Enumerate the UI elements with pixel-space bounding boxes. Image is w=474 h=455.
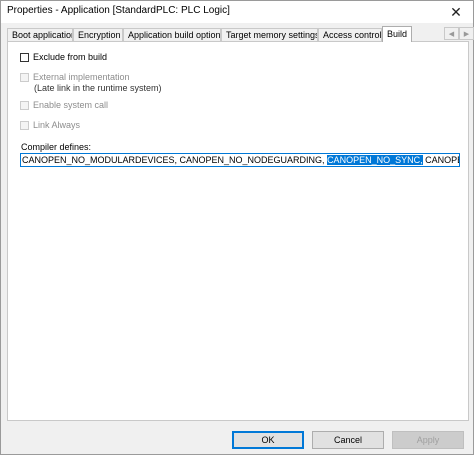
- link-always-checkbox: [20, 120, 29, 130]
- late-link-note: (Late link in the runtime system): [34, 83, 162, 93]
- tab-boot-application[interactable]: Boot application: [7, 28, 73, 41]
- external-implementation-checkbox: [20, 72, 29, 82]
- tab-scroll-arrows: ◀ ▶: [444, 27, 474, 40]
- compiler-defines-label: Compiler defines:: [21, 142, 92, 152]
- chevron-right-icon[interactable]: ▶: [459, 27, 474, 40]
- apply-button: Apply: [392, 431, 464, 449]
- enable-system-call-label: Enable system call: [33, 100, 109, 110]
- external-implementation-row: External implementation: [20, 72, 130, 82]
- compiler-defines-text-before: CANOPEN_NO_MODULARDEVICES, CANOPEN_NO_NO…: [22, 155, 328, 165]
- tab-application-build-options[interactable]: Application build options: [123, 28, 221, 41]
- link-always-row: Link Always: [20, 120, 80, 130]
- window-title: Properties - Application [StandardPLC: P…: [7, 5, 230, 16]
- compiler-defines-selected-text: CANOPEN_NO_SYNC,: [327, 155, 423, 165]
- cancel-button[interactable]: Cancel: [312, 431, 384, 449]
- close-icon[interactable]: ✕: [439, 1, 473, 23]
- exclude-from-build-label: Exclude from build: [33, 52, 108, 62]
- build-tab-panel: Exclude from build External implementati…: [7, 41, 469, 421]
- tab-access-control[interactable]: Access control: [318, 28, 382, 41]
- title-bar[interactable]: Properties - Application [StandardPLC: P…: [1, 1, 473, 23]
- tab-build[interactable]: Build: [382, 26, 412, 42]
- exclude-from-build-checkbox[interactable]: [20, 52, 29, 62]
- properties-dialog: Properties - Application [StandardPLC: P…: [0, 0, 474, 455]
- tab-target-memory-settings[interactable]: Target memory settings: [221, 28, 318, 41]
- chevron-left-icon[interactable]: ◀: [444, 27, 459, 40]
- enable-system-call-checkbox: [20, 100, 29, 110]
- external-implementation-label: External implementation: [33, 72, 130, 82]
- enable-system-call-row: Enable system call: [20, 100, 108, 110]
- tab-strip: Boot application Encryption Application …: [7, 26, 474, 42]
- link-always-label: Link Always: [33, 120, 81, 130]
- compiler-defines-input[interactable]: CANOPEN_NO_MODULARDEVICES, CANOPEN_NO_NO…: [20, 153, 460, 167]
- ok-button[interactable]: OK: [232, 431, 304, 449]
- exclude-from-build-row[interactable]: Exclude from build: [20, 52, 107, 62]
- compiler-defines-text-after: CANOPEN_NO_TIMESTAMP: [425, 155, 459, 165]
- tab-encryption[interactable]: Encryption: [73, 28, 123, 41]
